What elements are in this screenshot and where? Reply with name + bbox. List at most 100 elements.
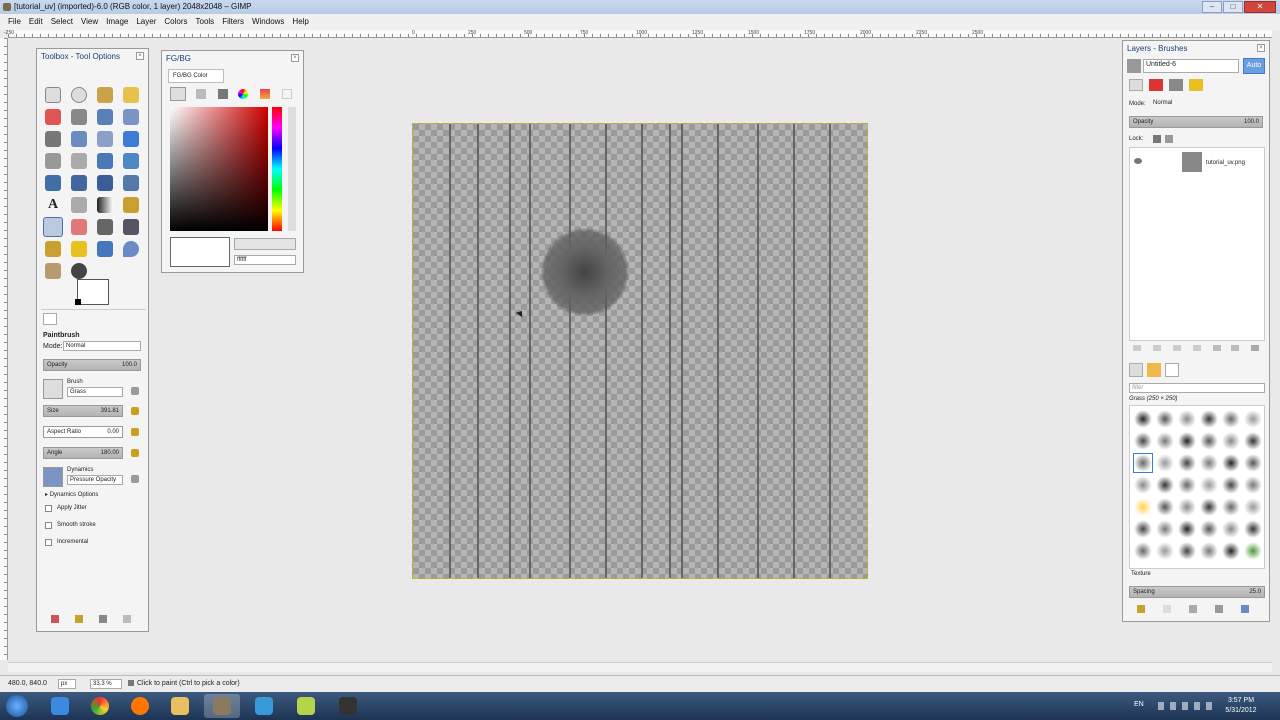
brush-thumbnail[interactable] bbox=[1200, 432, 1218, 450]
brush-grid[interactable] bbox=[1129, 405, 1265, 569]
brush-preview[interactable] bbox=[43, 379, 63, 399]
tab-brushes-icon[interactable] bbox=[1129, 363, 1143, 377]
edit-brush-icon[interactable] bbox=[131, 387, 139, 395]
perspective-icon[interactable] bbox=[71, 175, 87, 191]
taskbar-chrome[interactable] bbox=[82, 694, 118, 718]
brush-thumbnail[interactable] bbox=[1244, 542, 1262, 560]
image-canvas[interactable] bbox=[412, 123, 868, 579]
brush-thumbnail[interactable] bbox=[1222, 410, 1240, 428]
color-picker-icon[interactable] bbox=[45, 131, 61, 147]
foreground-select-icon[interactable] bbox=[97, 109, 113, 125]
brush-thumbnail[interactable] bbox=[1134, 520, 1152, 538]
duplicate-brush-icon[interactable] bbox=[1189, 605, 1197, 613]
delete-layer-icon[interactable] bbox=[1251, 345, 1259, 351]
brush-thumbnail[interactable] bbox=[1133, 453, 1153, 473]
taskbar-app-dark[interactable] bbox=[330, 694, 366, 718]
rect-select-icon[interactable] bbox=[45, 87, 61, 103]
text-tool-icon[interactable]: A bbox=[45, 197, 61, 213]
brush-thumbnail[interactable] bbox=[1156, 454, 1174, 472]
brush-thumbnail[interactable] bbox=[1134, 410, 1152, 428]
brush-thumbnail[interactable] bbox=[1178, 476, 1196, 494]
size-slider[interactable]: Size 391.81 bbox=[43, 405, 123, 417]
angle-slider[interactable]: Angle 180.00 bbox=[43, 447, 123, 459]
brush-thumbnail[interactable] bbox=[1244, 498, 1262, 516]
align-icon[interactable] bbox=[45, 153, 61, 169]
dynamics-preview[interactable] bbox=[43, 467, 63, 487]
lower-layer-icon[interactable] bbox=[1193, 345, 1201, 351]
reset-aspect-icon[interactable] bbox=[131, 428, 139, 436]
color-history-button[interactable] bbox=[234, 238, 296, 250]
aspect-ratio-slider[interactable]: Aspect Ratio 0.00 bbox=[43, 426, 123, 438]
spacing-slider[interactable]: Spacing 25.0 bbox=[1129, 586, 1265, 598]
layer-name[interactable]: tutorial_uv.png bbox=[1206, 160, 1245, 166]
mode-select[interactable]: Normal bbox=[63, 341, 141, 351]
smooth-stroke-checkbox[interactable] bbox=[45, 522, 52, 529]
brush-tag-label[interactable]: Texture bbox=[1131, 571, 1151, 577]
blur-icon[interactable] bbox=[123, 241, 139, 257]
brush-thumbnail[interactable] bbox=[1200, 454, 1218, 472]
brush-thumbnail[interactable] bbox=[1178, 410, 1196, 428]
move-icon[interactable] bbox=[123, 131, 139, 147]
auto-button[interactable]: Auto bbox=[1243, 58, 1265, 74]
smudge-icon[interactable] bbox=[45, 263, 61, 279]
brush-thumbnail[interactable] bbox=[1134, 498, 1152, 516]
brush-thumbnail[interactable] bbox=[1244, 432, 1262, 450]
menu-colors[interactable]: Colors bbox=[160, 14, 191, 30]
taskbar-explorer[interactable] bbox=[162, 694, 198, 718]
horizontal-scrollbar[interactable] bbox=[8, 662, 1272, 672]
measure-icon[interactable] bbox=[97, 131, 113, 147]
layer-opacity-slider[interactable]: Opacity 100.0 bbox=[1129, 116, 1263, 128]
restore-options-icon[interactable] bbox=[75, 615, 83, 623]
lock-pixels-icon[interactable] bbox=[1153, 135, 1161, 143]
brush-thumbnail[interactable] bbox=[1178, 542, 1196, 560]
brush-thumbnail[interactable] bbox=[1134, 432, 1152, 450]
brush-thumbnail[interactable] bbox=[1200, 498, 1218, 516]
menu-edit[interactable]: Edit bbox=[25, 14, 47, 30]
tab-paths-icon[interactable] bbox=[1169, 79, 1183, 91]
brush-thumbnail[interactable] bbox=[1244, 476, 1262, 494]
free-select-icon[interactable] bbox=[97, 87, 113, 103]
brush-thumbnail[interactable] bbox=[1156, 498, 1174, 516]
cmyk-selector-icon[interactable] bbox=[196, 89, 206, 99]
minimize-button[interactable]: – bbox=[1202, 1, 1222, 13]
incremental-checkbox[interactable] bbox=[45, 539, 52, 546]
brush-thumbnail[interactable] bbox=[1156, 410, 1174, 428]
brush-thumbnail[interactable] bbox=[1200, 542, 1218, 560]
brush-thumbnail[interactable] bbox=[1222, 542, 1240, 560]
menu-view[interactable]: View bbox=[77, 14, 102, 30]
scissors-icon[interactable] bbox=[71, 109, 87, 125]
menu-help[interactable]: Help bbox=[288, 14, 312, 30]
pencil-icon[interactable] bbox=[123, 197, 139, 213]
palette-selector-icon[interactable] bbox=[260, 89, 270, 99]
scales-selector-icon[interactable] bbox=[282, 89, 292, 99]
brush-thumbnail[interactable] bbox=[1200, 410, 1218, 428]
close-button[interactable]: ✕ bbox=[1244, 1, 1276, 13]
watercolor-selector-icon[interactable] bbox=[218, 89, 228, 99]
brush-thumbnail[interactable] bbox=[1178, 520, 1196, 538]
zoom-icon[interactable] bbox=[71, 131, 87, 147]
delete-options-icon[interactable] bbox=[99, 615, 107, 623]
brush-filter-input[interactable]: filter bbox=[1129, 383, 1265, 393]
fuzzy-select-icon[interactable] bbox=[123, 87, 139, 103]
hue-strip[interactable] bbox=[272, 107, 282, 231]
tab-fgbg-color[interactable]: FG/BG Color bbox=[168, 69, 224, 83]
wheel-selector-icon[interactable] bbox=[238, 89, 248, 99]
clone-icon[interactable] bbox=[45, 241, 61, 257]
scale-icon[interactable] bbox=[123, 153, 139, 169]
foreground-color-swatch[interactable] bbox=[77, 279, 109, 305]
brush-thumbnail[interactable] bbox=[1244, 454, 1262, 472]
paths-icon[interactable] bbox=[123, 109, 139, 125]
menu-layer[interactable]: Layer bbox=[132, 14, 160, 30]
tab-patterns-icon[interactable] bbox=[1147, 363, 1161, 377]
brush-thumbnail[interactable] bbox=[1222, 454, 1240, 472]
brush-thumbnail[interactable] bbox=[1244, 520, 1262, 538]
shear-icon[interactable] bbox=[45, 175, 61, 191]
brush-thumbnail[interactable] bbox=[1178, 498, 1196, 516]
taskbar-photo[interactable] bbox=[246, 694, 282, 718]
edit-brush-icon[interactable] bbox=[1137, 605, 1145, 613]
zoom-select[interactable]: 33.3 % bbox=[90, 679, 122, 689]
taskbar-app-green[interactable] bbox=[288, 694, 324, 718]
start-button[interactable] bbox=[6, 695, 28, 717]
current-color-swatch[interactable] bbox=[170, 237, 230, 267]
cage-transform-icon[interactable] bbox=[123, 175, 139, 191]
